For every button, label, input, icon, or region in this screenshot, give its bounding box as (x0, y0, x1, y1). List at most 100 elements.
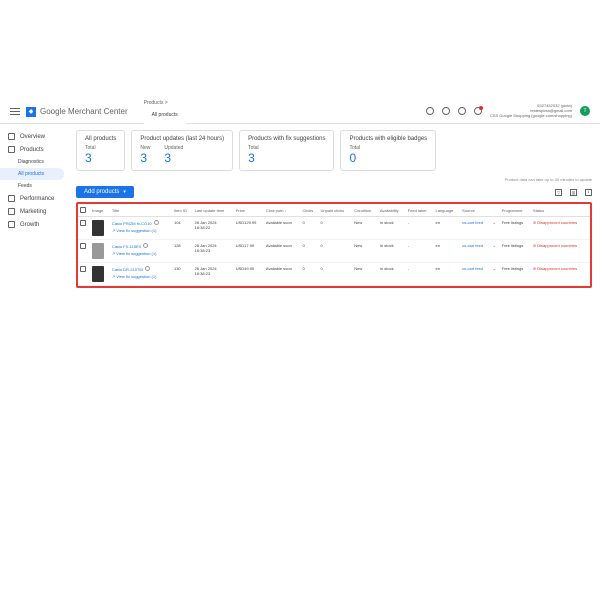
cell-expand: ⌄ (491, 263, 500, 286)
tools-icon[interactable] (426, 107, 434, 115)
cell-programme: Free listings (500, 217, 531, 240)
cell-update-time: 26 Jan 202416:38:23 (193, 263, 234, 286)
column-header[interactable]: Click potn ↓ (264, 204, 301, 217)
sidebar-item-all-products[interactable]: All products (0, 168, 64, 180)
sidebar-item-overview[interactable]: Overview (0, 130, 68, 143)
cell-programme: Free listings (500, 240, 531, 263)
cell-condition: New (352, 263, 378, 286)
cell-language: en (433, 263, 460, 286)
cell-item-id: 104 (172, 217, 193, 240)
cell-title: Casio DR-210TM ↗ View fix suggestion (1) (110, 263, 172, 286)
product-title-link[interactable]: Casio PRIZM fx-CG10 (112, 221, 152, 226)
cell-image (90, 217, 110, 240)
summary-card[interactable]: All productsTotal3 (76, 130, 125, 171)
summary-card[interactable]: Products with eligible badgesTotal0 (340, 130, 436, 171)
cell-condition: New (352, 240, 378, 263)
cell-update-time: 26 Jan 202416:38:23 (193, 240, 234, 263)
sidebar-item-feeds[interactable]: Feeds (0, 180, 68, 192)
app-title: Google Merchant Center (40, 107, 128, 116)
column-header[interactable]: Programme (500, 204, 531, 217)
products-table-highlight: ImageTitleItem IDLast update timePriceCl… (76, 202, 592, 288)
cell-source[interactable]: cs-cart feed (460, 263, 490, 286)
info-icon[interactable] (154, 220, 159, 225)
product-image (92, 243, 104, 259)
cell-image (90, 263, 110, 286)
column-header[interactable]: Language (433, 204, 460, 217)
cell-click-potential: Available soon (264, 240, 301, 263)
summary-card[interactable]: Products with fix suggestionsTotal3 (239, 130, 334, 171)
cell-item-id: 130 (172, 263, 193, 286)
product-title-link[interactable]: Casio FX-115ES (112, 244, 142, 249)
cell-programme: Free listings (500, 263, 531, 286)
cell-source[interactable]: cs-cart feed (460, 240, 490, 263)
cell-language: en (433, 217, 460, 240)
product-title-link[interactable]: Casio DR-210TM (112, 267, 143, 272)
chevron-down-icon[interactable]: ⌄ (493, 243, 496, 248)
cell-source[interactable]: cs-cart feed (460, 217, 490, 240)
cell-status: Disapproved countries (531, 240, 590, 263)
filter-icon[interactable]: ▽ (555, 189, 562, 196)
row-checkbox[interactable] (80, 220, 86, 226)
sidebar-item-marketing[interactable]: Marketing (0, 205, 68, 218)
cell-status: Disapproved countries (531, 263, 590, 286)
row-checkbox[interactable] (80, 266, 86, 272)
summary-card[interactable]: Product updates (last 24 hours)New3Updat… (131, 130, 233, 171)
fix-suggestion-link[interactable]: ↗ View fix suggestion (1) (112, 251, 170, 256)
summary-cards: All productsTotal3Product updates (last … (76, 130, 592, 171)
menu-icon[interactable] (10, 107, 20, 117)
cell-expand: ⌄ (491, 240, 500, 263)
header: ◆ Google Merchant Center Products > All … (0, 100, 600, 124)
column-header[interactable] (491, 204, 500, 217)
column-header[interactable]: Price (234, 204, 264, 217)
help-icon[interactable] (458, 107, 466, 115)
column-header[interactable]: Image (90, 204, 110, 217)
avatar[interactable]: T (580, 106, 590, 116)
select-all-checkbox[interactable] (80, 207, 86, 213)
fix-suggestion-link[interactable]: ↗ View fix suggestion (1) (112, 228, 170, 233)
column-header[interactable]: Item ID (172, 204, 193, 217)
column-header[interactable]: Condition (352, 204, 378, 217)
cell-title: Casio PRIZM fx-CG10 ↗ View fix suggestion… (110, 217, 172, 240)
main-content: All productsTotal3Product updates (last … (68, 124, 600, 500)
download-icon[interactable]: ⭳ (585, 189, 592, 196)
cell-language: en (433, 240, 460, 263)
sidebar-item-diagnostics[interactable]: Diagnostics (0, 156, 68, 168)
sidebar-item-performance[interactable]: Performance (0, 192, 68, 205)
info-icon[interactable] (145, 266, 150, 271)
notifications-icon[interactable] (474, 107, 482, 115)
table-row: Casio FX-115ES ↗ View fix suggestion (1)1… (78, 240, 590, 263)
columns-icon[interactable]: ▥ (570, 189, 577, 196)
add-products-button[interactable]: Add products (76, 186, 134, 198)
column-header[interactable] (78, 204, 90, 217)
breadcrumb-current: All products (144, 106, 186, 124)
column-header[interactable]: Clicks (301, 204, 319, 217)
cell-expand: ⌄ (491, 217, 500, 240)
cell-checkbox (78, 240, 90, 263)
column-header[interactable]: Title (110, 204, 172, 217)
cell-click-potential: Available soon (264, 217, 301, 240)
logo-icon: ◆ (26, 107, 36, 117)
chevron-down-icon[interactable]: ⌄ (493, 266, 496, 271)
sidebar-item-growth[interactable]: Growth (0, 218, 68, 231)
info-icon[interactable] (143, 243, 148, 248)
cell-clicks: 0 (301, 263, 319, 286)
cell-item-id: 128 (172, 240, 193, 263)
cell-update-time: 26 Jan 202416:38:22 (193, 217, 234, 240)
column-header[interactable]: Feed label (406, 204, 434, 217)
column-header[interactable]: Source (460, 204, 490, 217)
fix-suggestion-link[interactable]: ↗ View fix suggestion (1) (112, 274, 170, 279)
sidebar-item-products[interactable]: Products (0, 143, 68, 156)
breadcrumb: Products > All products (144, 100, 186, 124)
column-header[interactable]: Status (531, 204, 590, 217)
mail-icon[interactable] (442, 107, 450, 115)
product-image (92, 220, 104, 236)
cell-feed-label: - (406, 217, 434, 240)
chevron-down-icon[interactable]: ⌄ (493, 220, 496, 225)
column-header[interactable]: Availability (378, 204, 406, 217)
cell-price: USD129.99 (234, 217, 264, 240)
account-info: 5327452032 (pinta) testespinta@gmail.com… (490, 104, 572, 118)
column-header[interactable]: Last update time (193, 204, 234, 217)
row-checkbox[interactable] (80, 243, 86, 249)
column-header[interactable]: Unpaid clicks (319, 204, 353, 217)
cell-status: Disapproved countries (531, 217, 590, 240)
